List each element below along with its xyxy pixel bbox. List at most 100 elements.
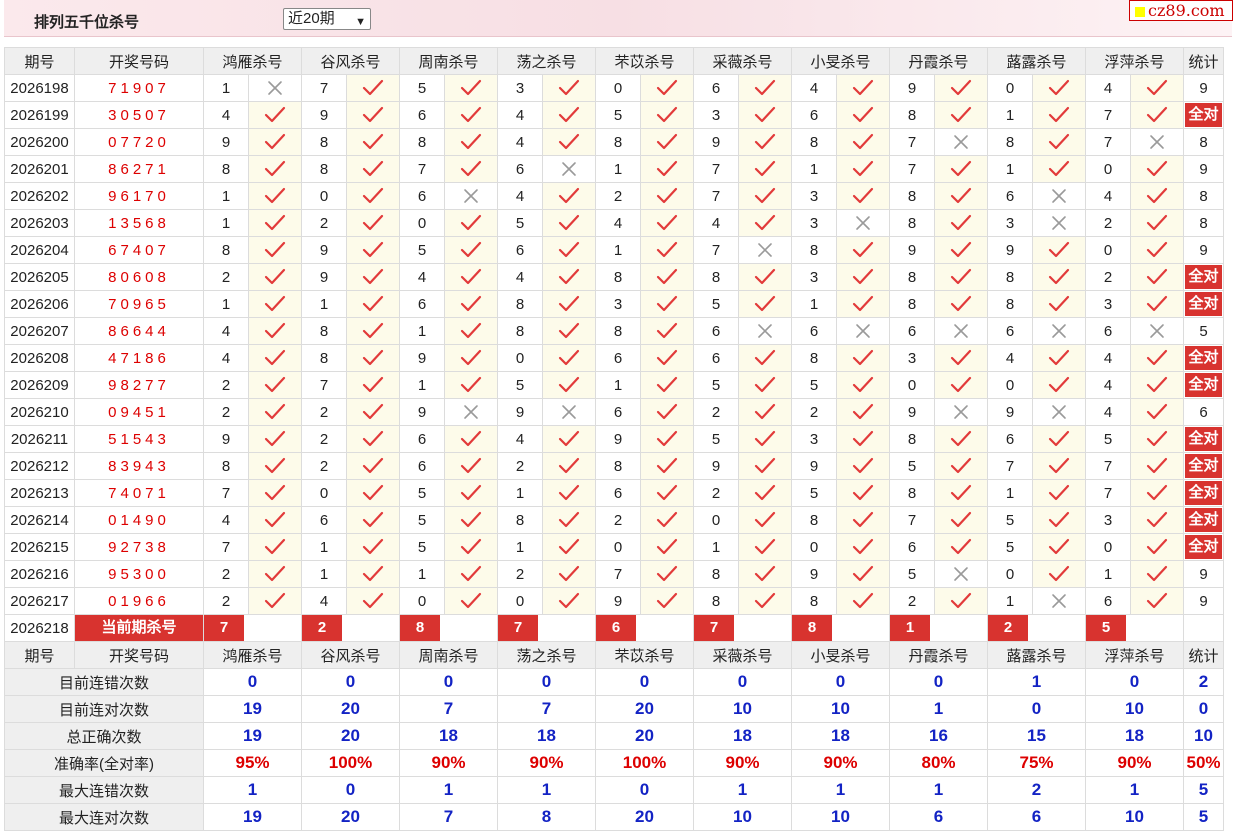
kill-value: 9 (301, 263, 347, 291)
kill-value: 8 (399, 128, 445, 156)
all-correct-badge: 全对 (1185, 103, 1222, 127)
draw-number: 30507 (74, 101, 204, 129)
summary-value: 19 (203, 722, 302, 750)
top-bar: 排列五千位杀号 近20期 ▼ (4, 0, 1232, 37)
summary-value: 10 (693, 803, 792, 831)
check-icon (542, 506, 596, 534)
check-icon (248, 155, 302, 183)
current-kill-cell: 8 (399, 614, 498, 642)
check-icon (640, 182, 694, 210)
kill-value: 8 (497, 290, 543, 318)
summary-value: 6 (987, 803, 1086, 831)
check-icon (934, 425, 988, 453)
check-icon (738, 74, 792, 102)
kill-value: 3 (791, 263, 837, 291)
col-expert: 丹霞杀号 (889, 47, 988, 75)
summary-value: 20 (595, 695, 694, 723)
summary-value: 1 (203, 776, 302, 804)
col-expert: 周南杀号 (399, 47, 498, 75)
kill-value: 7 (301, 74, 347, 102)
kill-value: 8 (203, 452, 249, 480)
period-select-value: 近20期 (288, 10, 335, 27)
draw-number: 83943 (74, 452, 204, 480)
check-icon (346, 155, 400, 183)
period-cell: 2026198 (4, 74, 75, 102)
col-draw: 开奖号码 (74, 47, 204, 75)
cross-icon (934, 560, 988, 588)
kill-value: 7 (595, 560, 641, 588)
stat-cell (1183, 614, 1224, 642)
kill-value: 8 (595, 263, 641, 291)
stat-cell: 6 (1183, 398, 1224, 426)
kill-value: 6 (791, 317, 837, 345)
kill-value: 0 (1085, 533, 1131, 561)
check-icon (542, 479, 596, 507)
kill-value: 8 (791, 587, 837, 615)
kill-value: 7 (693, 155, 739, 183)
kill-value: 7 (203, 479, 249, 507)
table-row: 2026208 47186 4 8 9 0 6 6 8 3 4 4 全对 (4, 344, 1224, 372)
period-cell: 2026213 (4, 479, 75, 507)
summary-value: 8 (497, 803, 596, 831)
kill-value: 0 (595, 74, 641, 102)
kill-value: 4 (1085, 182, 1131, 210)
cross-icon (248, 74, 302, 102)
period-cell: 2026202 (4, 182, 75, 210)
site-logo[interactable]: cz89.com (1129, 0, 1233, 21)
cross-icon (836, 317, 890, 345)
summary-label: 准确率(全对率) (4, 749, 204, 777)
check-icon (444, 560, 498, 588)
kill-value: 7 (987, 452, 1033, 480)
kill-value: 6 (693, 317, 739, 345)
kill-value: 8 (889, 101, 935, 129)
table-row: 2026212 83943 8 2 6 2 8 9 9 5 7 7 全对 (4, 452, 1224, 480)
kill-value: 4 (1085, 344, 1131, 372)
summary-value: 0 (497, 668, 596, 696)
current-label: 当前期杀号 (75, 615, 203, 641)
check-icon (836, 452, 890, 480)
all-correct-badge: 全对 (1185, 481, 1222, 505)
stat-cell: 全对 (1183, 344, 1224, 372)
summary-value: 90% (1085, 749, 1184, 777)
kill-value: 5 (595, 101, 641, 129)
summary-value: 10 (1085, 803, 1184, 831)
summary-value: 1 (497, 776, 596, 804)
check-icon (934, 533, 988, 561)
summary-value: 18 (791, 722, 890, 750)
current-kill-cell: 1 (889, 614, 988, 642)
table-row: 2026203 13568 1 2 0 5 4 4 3 8 3 2 8 (4, 209, 1224, 237)
summary-stat: 10 (1183, 722, 1224, 750)
check-icon (1032, 344, 1086, 372)
check-icon (738, 506, 792, 534)
check-icon (640, 587, 694, 615)
kill-value: 6 (889, 317, 935, 345)
check-icon (640, 236, 694, 264)
stat-cell: 9 (1183, 74, 1224, 102)
kill-value: 2 (693, 398, 739, 426)
check-icon (640, 506, 694, 534)
current-kill-cell: 7 (203, 614, 302, 642)
check-icon (640, 398, 694, 426)
summary-row: 最大连错次数 1 0 1 1 0 1 1 1 2 1 5 (4, 776, 1224, 804)
current-kill-cell: 7 (497, 614, 596, 642)
check-icon (346, 128, 400, 156)
check-icon (836, 560, 890, 588)
kill-value: 3 (1085, 506, 1131, 534)
check-icon (444, 506, 498, 534)
col-period: 期号 (4, 641, 75, 669)
col-expert: 浮萍杀号 (1085, 641, 1184, 669)
stat-cell: 全对 (1183, 479, 1224, 507)
check-icon (1130, 155, 1184, 183)
cross-icon (738, 317, 792, 345)
check-icon (444, 128, 498, 156)
kill-value: 4 (497, 128, 543, 156)
check-icon (1032, 263, 1086, 291)
summary-value: 7 (399, 803, 498, 831)
kill-value: 4 (595, 209, 641, 237)
summary-value: 1 (693, 776, 792, 804)
check-icon (248, 236, 302, 264)
kill-value: 8 (301, 155, 347, 183)
kill-value: 1 (693, 533, 739, 561)
kill-value: 6 (1085, 317, 1131, 345)
period-select[interactable]: 近20期 ▼ (283, 8, 371, 30)
